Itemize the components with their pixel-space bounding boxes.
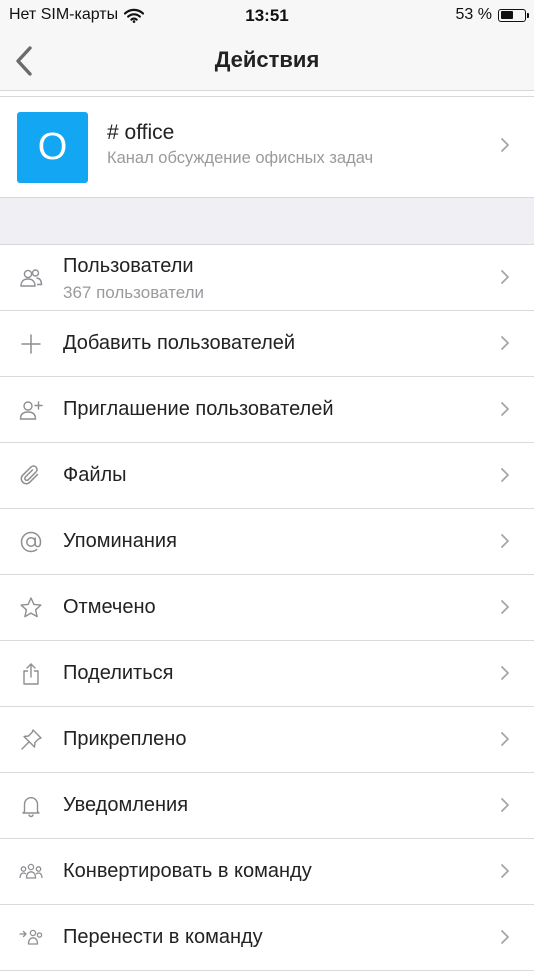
channel-description: Канал обсуждение офисных задач	[107, 149, 374, 167]
move-to-team-icon	[18, 925, 44, 951]
chevron-right-icon	[500, 731, 510, 747]
share-icon	[18, 661, 44, 687]
action-label: Файлы	[63, 464, 127, 486]
invite-user-icon	[18, 397, 44, 423]
battery-level	[500, 11, 513, 19]
chevron-right-icon	[500, 863, 510, 879]
action-label: Упоминания	[63, 530, 177, 552]
action-label: Уведомления	[63, 794, 189, 816]
chevron-right-icon	[500, 269, 510, 285]
section-separator	[0, 198, 534, 245]
battery-icon	[498, 8, 529, 22]
paperclip-icon	[18, 463, 44, 489]
action-users[interactable]: Пользователи 367 пользователи	[0, 245, 534, 311]
chevron-right-icon	[500, 401, 510, 417]
action-label: Приглашение пользователей	[63, 398, 334, 420]
pin-icon	[18, 727, 44, 753]
action-label: Поделиться	[63, 662, 174, 684]
bell-icon	[18, 793, 44, 819]
chevron-right-icon	[500, 599, 510, 615]
action-pinned[interactable]: Прикреплено	[0, 707, 534, 773]
at-icon	[18, 529, 44, 555]
action-share[interactable]: Поделиться	[0, 641, 534, 707]
action-files[interactable]: Файлы	[0, 443, 534, 509]
action-mentions[interactable]: Упоминания	[0, 509, 534, 575]
chevron-right-icon	[500, 533, 510, 549]
battery-percent: 53 %	[455, 6, 492, 23]
channel-avatar: O	[17, 112, 88, 183]
users-count: 367 пользователи	[63, 283, 205, 302]
action-label: Конвертировать в команду	[63, 860, 312, 882]
action-label: Перенести в команду	[63, 926, 263, 948]
users-icon	[18, 265, 44, 291]
status-bar: Нет SIM-карты 13:51 53 %	[0, 0, 534, 32]
action-starred[interactable]: Отмечено	[0, 575, 534, 641]
action-add-users[interactable]: Добавить пользователей	[0, 311, 534, 377]
team-icon	[18, 859, 44, 885]
chevron-right-icon	[500, 929, 510, 945]
chevron-right-icon	[500, 797, 510, 813]
action-convert-to-team[interactable]: Конвертировать в команду	[0, 839, 534, 905]
action-notifications[interactable]: Уведомления	[0, 773, 534, 839]
action-move-to-team[interactable]: Перенести в команду	[0, 905, 534, 971]
action-invite-users[interactable]: Приглашение пользователей	[0, 377, 534, 443]
actions-list: Пользователи 367 пользователи Добавить п…	[0, 245, 534, 971]
status-time: 13:51	[245, 6, 289, 25]
channel-name: # office	[107, 121, 175, 144]
chevron-right-icon	[500, 467, 510, 483]
navigation-bar: Действия	[0, 32, 534, 91]
action-label: Пользователи	[63, 255, 194, 277]
action-label: Прикреплено	[63, 728, 187, 750]
channel-header[interactable]: O # office Канал обсуждение офисных зада…	[0, 96, 534, 198]
action-label: Отмечено	[63, 596, 156, 618]
chevron-right-icon	[500, 137, 510, 153]
chevron-right-icon	[500, 665, 510, 681]
status-battery-group: 53 %	[455, 6, 529, 24]
chevron-right-icon	[500, 335, 510, 351]
page-title: Действия	[214, 47, 320, 72]
action-label: Добавить пользователей	[63, 332, 296, 354]
plus-icon	[18, 331, 44, 357]
star-icon	[18, 595, 44, 621]
